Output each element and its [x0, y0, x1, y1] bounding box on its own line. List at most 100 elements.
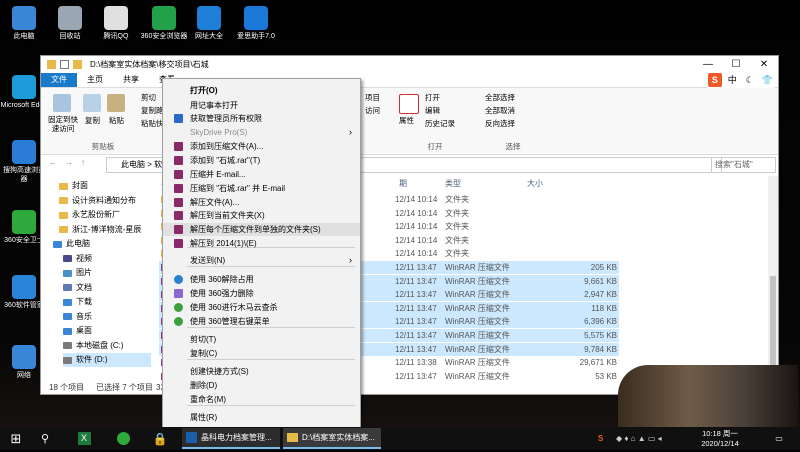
select-none-button[interactable]: 全部取消: [485, 105, 515, 116]
moon-icon[interactable]: ☾: [743, 73, 757, 87]
tab-share[interactable]: 共享: [113, 73, 149, 87]
sogou-tray-icon[interactable]: S: [598, 427, 608, 450]
360-browser-taskbar-icon[interactable]: [116, 432, 130, 445]
selected-count: 已选择 7 个项目: [96, 383, 153, 392]
360-scan-icon: [174, 303, 183, 312]
context-menu-item[interactable]: 使用 360解除占用: [163, 273, 360, 286]
window-title: D:\档案室实体档案\移交项目\石城: [90, 60, 209, 69]
desktop-icon[interactable]: 此电脑: [0, 6, 48, 41]
lock-icon[interactable]: 🔒: [152, 427, 168, 450]
back-icon[interactable]: ←: [49, 158, 57, 167]
nav-item[interactable]: 桌面: [63, 324, 92, 338]
context-menu-item[interactable]: 解压文件(A)...: [163, 196, 360, 209]
nav-item[interactable]: 封面: [59, 179, 88, 193]
context-menu-item[interactable]: 剪切(T): [163, 333, 360, 346]
cut-button[interactable]: 剪切: [141, 92, 156, 103]
i4-icon: [244, 6, 268, 30]
context-menu-label: 使用 360强力删除: [190, 289, 254, 298]
context-menu-item[interactable]: 使用 360强力删除: [163, 287, 360, 300]
desktop-icon[interactable]: 爱思助手7.0: [232, 6, 280, 41]
copy-button[interactable]: 复制: [85, 115, 100, 126]
open-button[interactable]: 打开: [425, 92, 440, 103]
nav-item[interactable]: 软件 (D:): [63, 353, 151, 367]
context-menu-item[interactable]: 创建快捷方式(S): [163, 365, 360, 378]
nav-item[interactable]: 此电脑: [53, 237, 90, 251]
taskbar-window-2[interactable]: D:\档案室实体档案...: [283, 428, 381, 449]
invert-selection-button[interactable]: 反向选择: [485, 118, 515, 129]
context-menu-item[interactable]: 压缩并 E-mail...: [163, 168, 360, 181]
context-menu-item[interactable]: 解压到当前文件夹(X): [163, 209, 360, 222]
cell-size: 29,671 KB: [579, 358, 617, 368]
taskbar-window-1[interactable]: 晶科电力档案管理...: [182, 428, 280, 449]
search-input[interactable]: 搜索"石城": [711, 157, 776, 173]
up-icon[interactable]: ↑: [81, 158, 85, 167]
context-menu-item[interactable]: 使用 360进行木马云查杀: [163, 301, 360, 314]
context-menu-item[interactable]: 解压到 2014(1)\(E): [163, 237, 360, 250]
checkbox-icon[interactable]: [60, 60, 69, 69]
tab-home[interactable]: 主页: [77, 73, 113, 87]
vertical-scrollbar[interactable]: [768, 176, 778, 376]
cell-type: WinRAR 压缩文件: [445, 317, 510, 327]
context-menu-item[interactable]: 删除(D): [163, 379, 360, 392]
new-item-button[interactable]: 项目: [365, 92, 380, 103]
folder-icon: [59, 197, 68, 204]
context-menu-item[interactable]: 获取管理员所有权限: [163, 112, 360, 125]
cell-size: 118 KB: [591, 303, 617, 313]
column-type[interactable]: 类型: [445, 178, 461, 189]
excel-icon[interactable]: X: [77, 432, 91, 445]
desktop-icon[interactable]: 腾讯QQ: [92, 6, 140, 41]
context-menu-item[interactable]: 添加到压缩文件(A)...: [163, 140, 360, 153]
context-menu-item[interactable]: 解压每个压缩文件到单独的文件夹(S): [163, 223, 360, 236]
context-menu-item[interactable]: SkyDrive Pro(S) ›: [163, 126, 360, 139]
column-date[interactable]: 期: [399, 178, 407, 189]
cell-type: 文件夹: [445, 208, 469, 218]
desktop-icon-label: 360安全浏览器: [140, 33, 188, 40]
search-icon[interactable]: ⚲: [36, 427, 54, 450]
ime-mode[interactable]: 中: [725, 73, 739, 87]
nav-item[interactable]: 图片: [63, 266, 92, 280]
context-menu-item[interactable]: 压缩到 "石城.rar" 并 E-mail: [163, 182, 360, 195]
edit-button[interactable]: 编辑: [425, 105, 440, 116]
tab-file[interactable]: 文件: [41, 73, 77, 87]
shirt-icon[interactable]: 👕: [760, 73, 774, 87]
column-size[interactable]: 大小: [527, 178, 543, 189]
pc-icon: [53, 240, 62, 248]
sogou-s-icon[interactable]: S: [707, 72, 722, 87]
nav-item[interactable]: 视频: [63, 252, 92, 266]
properties-button[interactable]: 属性: [399, 115, 414, 126]
desktop-icon[interactable]: 网址大全: [185, 6, 233, 41]
cell-type: WinRAR 压缩文件: [445, 344, 510, 354]
context-menu-item[interactable]: 用记事本打开: [163, 99, 360, 112]
nav-item[interactable]: 音乐: [63, 310, 92, 324]
context-menu-item[interactable]: 重命名(M): [163, 393, 360, 406]
winrar-icon: [174, 184, 183, 193]
desktop-icon[interactable]: 回收站: [46, 6, 94, 41]
context-menu-item[interactable]: 复制(C): [163, 347, 360, 360]
forward-icon[interactable]: →: [65, 158, 73, 167]
context-menu-item[interactable]: 使用 360管理右键菜单: [163, 315, 360, 328]
history-button[interactable]: 历史记录: [425, 118, 455, 129]
paste-button[interactable]: 粘贴: [109, 115, 124, 126]
context-menu-item[interactable]: 属性(R): [163, 411, 360, 424]
easy-access-button[interactable]: 访问: [365, 105, 380, 116]
context-menu-item[interactable]: 打开(O): [163, 84, 360, 97]
clock[interactable]: 10:18 周一 2020/12/14: [690, 427, 750, 452]
paste-shortcut-button[interactable]: 粘贴快: [141, 118, 164, 129]
notification-icon[interactable]: ▭: [772, 427, 786, 450]
pin-quick-access-button[interactable]: 固定到快速访问: [45, 115, 81, 133]
context-menu-item[interactable]: 发送到(N) ›: [163, 254, 360, 267]
select-all-button[interactable]: 全部选择: [485, 92, 515, 103]
nav-item[interactable]: 浙江-博洋物流-星辰: [59, 223, 141, 237]
nav-item-label: 本地磁盘 (C:): [76, 340, 124, 350]
nav-item[interactable]: 下载: [63, 295, 92, 309]
nav-item[interactable]: 设计资料通知分布: [59, 194, 136, 208]
tray-icons[interactable]: ◆ ♦ ⌂ ▲ ▭ ◂: [616, 427, 662, 450]
context-menu-item[interactable]: 添加到 "石城.rar"(T): [163, 154, 360, 167]
cell-type: WinRAR 压缩文件: [445, 303, 510, 313]
nav-item[interactable]: 文档: [63, 281, 92, 295]
desktop-icon[interactable]: 360安全浏览器: [140, 6, 188, 41]
start-button[interactable]: ⊞: [7, 427, 25, 450]
cell-size: 205 KB: [590, 263, 617, 272]
nav-item[interactable]: 永艺股份新厂: [59, 208, 120, 222]
nav-item[interactable]: 本地磁盘 (C:): [63, 339, 124, 353]
